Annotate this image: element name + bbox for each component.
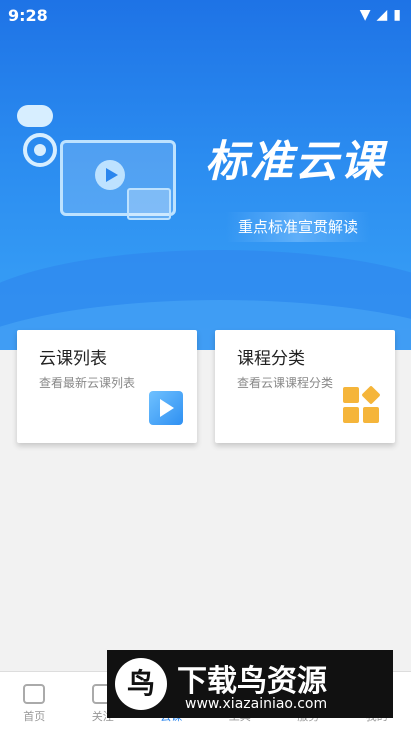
tablet-icon — [127, 188, 171, 220]
battery-icon: ▮ — [393, 7, 401, 23]
play-icon — [95, 160, 125, 190]
tab-home[interactable]: 首页 — [0, 672, 69, 730]
wifi-icon: ▼ — [359, 7, 371, 23]
category-grid-icon — [343, 385, 381, 425]
tab-label: 首页 — [23, 710, 46, 723]
banner-title: 标准云课 — [205, 137, 385, 187]
watermark-text: 下载鸟资源 — [177, 664, 327, 699]
status-bar: 9:28 ▼ ◢ ▮ — [0, 0, 411, 32]
card-title: 云课列表 — [39, 349, 107, 369]
cloud-icon — [17, 105, 53, 127]
play-icon — [149, 391, 183, 425]
watermark-url: www.xiazainiao.com — [185, 696, 328, 712]
cloud-class-list-card[interactable]: 云课列表 查看最新云课列表 — [17, 330, 197, 443]
banner: 标准云课 重点标准宣贯解读 — [0, 0, 411, 350]
banner-illustration — [15, 105, 195, 250]
status-time: 9:28 — [8, 6, 48, 25]
target-icon — [23, 133, 57, 167]
watermark: 鸟 下载鸟资源 www.xiazainiao.com — [107, 650, 393, 718]
card-desc: 查看云课课程分类 — [237, 376, 334, 390]
banner-subtitle: 重点标准宣贯解读 — [226, 212, 371, 242]
card-desc: 查看最新云课列表 — [39, 376, 136, 390]
status-icons: ▼ ◢ ▮ — [360, 7, 401, 23]
card-title: 课程分类 — [237, 349, 305, 369]
home-icon — [23, 684, 46, 704]
signal-icon: ◢ — [376, 7, 388, 23]
bird-logo-icon: 鸟 — [115, 658, 167, 710]
course-category-card[interactable]: 课程分类 查看云课课程分类 — [215, 330, 395, 443]
